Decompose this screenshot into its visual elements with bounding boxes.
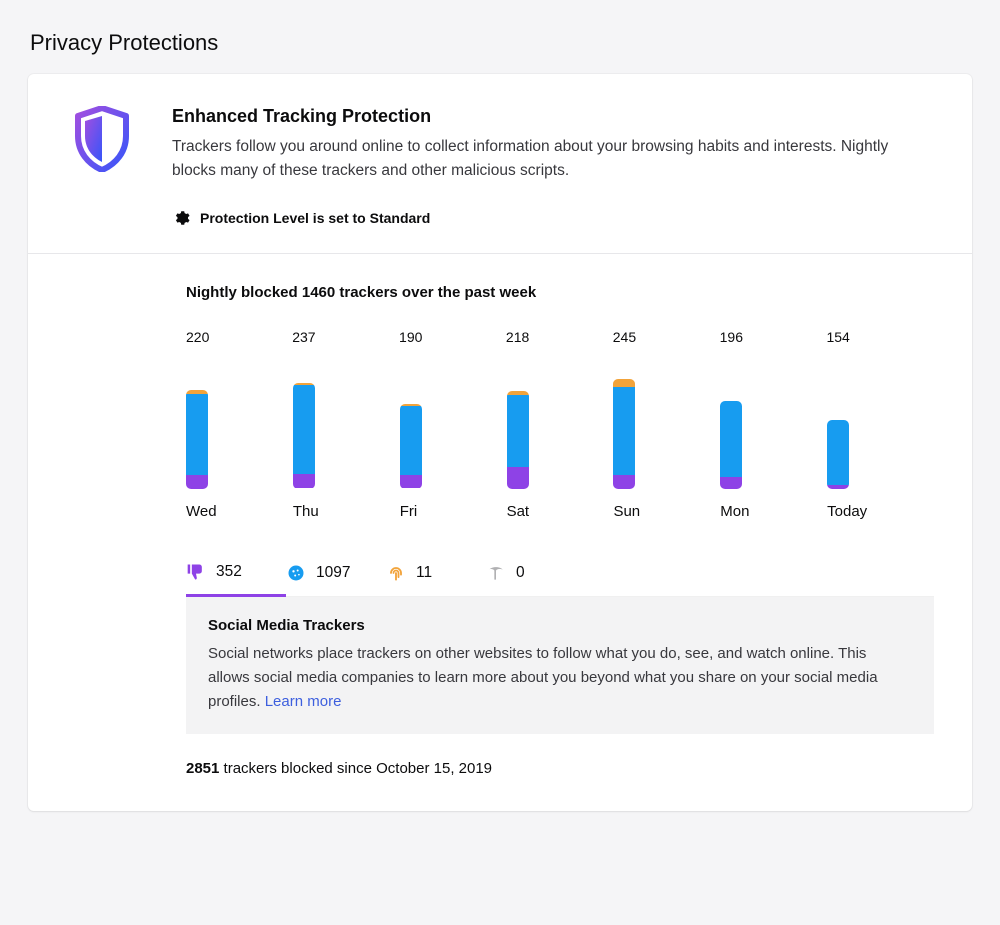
- bar-value-label: 218: [506, 329, 529, 345]
- chart-day: 190Fri: [400, 351, 507, 520]
- bar-value-label: 245: [613, 329, 636, 345]
- tab-cryptominers-count: 0: [516, 564, 525, 582]
- tab-cookies[interactable]: 1097: [286, 556, 386, 596]
- chart-bar[interactable]: [293, 383, 315, 489]
- chart-day-label: Sat: [507, 503, 530, 520]
- week-summary-title: Nightly blocked 1460 trackers over the p…: [186, 284, 934, 301]
- chart-day: 196Mon: [720, 351, 827, 520]
- tab-fingerprinters[interactable]: 11: [386, 556, 486, 596]
- tracker-tabs: 352 1097 11: [186, 556, 934, 597]
- chart-day: 245Sun: [613, 351, 720, 520]
- chart-day: 154Today: [827, 351, 934, 520]
- protection-level-row[interactable]: Protection Level is set to Standard: [172, 209, 934, 227]
- explain-body: Social networks place trackers on other …: [208, 642, 912, 714]
- chart-day-label: Today: [827, 503, 867, 520]
- chart-bar[interactable]: [827, 420, 849, 489]
- tab-social-count: 352: [216, 563, 242, 581]
- bar-value-label: 190: [399, 329, 422, 345]
- hero-title: Enhanced Tracking Protection: [172, 106, 934, 127]
- learn-more-link[interactable]: Learn more: [265, 693, 342, 710]
- tracker-explanation: Social Media Trackers Social networks pl…: [186, 597, 934, 734]
- tab-cryptominers[interactable]: 0: [486, 556, 586, 596]
- tab-fingerprinters-count: 11: [416, 564, 432, 582]
- bar-value-label: 237: [292, 329, 315, 345]
- chart-day: 220Wed: [186, 351, 293, 520]
- tab-cookies-count: 1097: [316, 564, 350, 582]
- stats-section: Nightly blocked 1460 trackers over the p…: [28, 254, 972, 811]
- chart-bar[interactable]: [400, 404, 422, 489]
- chart-day: 218Sat: [507, 351, 614, 520]
- weekly-chart: 220Wed237Thu190Fri218Sat245Sun196Mon154T…: [186, 351, 934, 520]
- chart-day-label: Wed: [186, 503, 217, 520]
- pickaxe-icon: [486, 563, 506, 583]
- chart-day-label: Sun: [613, 503, 640, 520]
- chart-bar[interactable]: [720, 401, 742, 489]
- chart-bar[interactable]: [613, 379, 635, 489]
- chart-day-label: Mon: [720, 503, 749, 520]
- cookie-icon: [286, 563, 306, 583]
- gear-icon: [172, 209, 190, 227]
- thumbs-down-icon: [186, 562, 206, 582]
- hero-description: Trackers follow you around online to col…: [172, 135, 934, 183]
- total-blocked-since: 2851 trackers blocked since October 15, …: [186, 760, 934, 777]
- protection-level-text: Protection Level is set to Standard: [200, 210, 430, 226]
- chart-bar[interactable]: [507, 391, 529, 489]
- chart-day: 237Thu: [293, 351, 400, 520]
- chart-bar[interactable]: [186, 390, 208, 489]
- chart-day-label: Thu: [293, 503, 319, 520]
- shield-icon: [66, 106, 138, 227]
- page-title: Privacy Protections: [30, 30, 972, 56]
- tab-social[interactable]: 352: [186, 556, 286, 597]
- bar-value-label: 220: [186, 329, 209, 345]
- fingerprint-icon: [386, 563, 406, 583]
- bar-value-label: 196: [720, 329, 743, 345]
- bar-value-label: 154: [826, 329, 849, 345]
- explain-title: Social Media Trackers: [208, 617, 912, 634]
- hero-section: Enhanced Tracking Protection Trackers fo…: [28, 74, 972, 253]
- chart-day-label: Fri: [400, 503, 418, 520]
- tracking-protection-card: Enhanced Tracking Protection Trackers fo…: [28, 74, 972, 811]
